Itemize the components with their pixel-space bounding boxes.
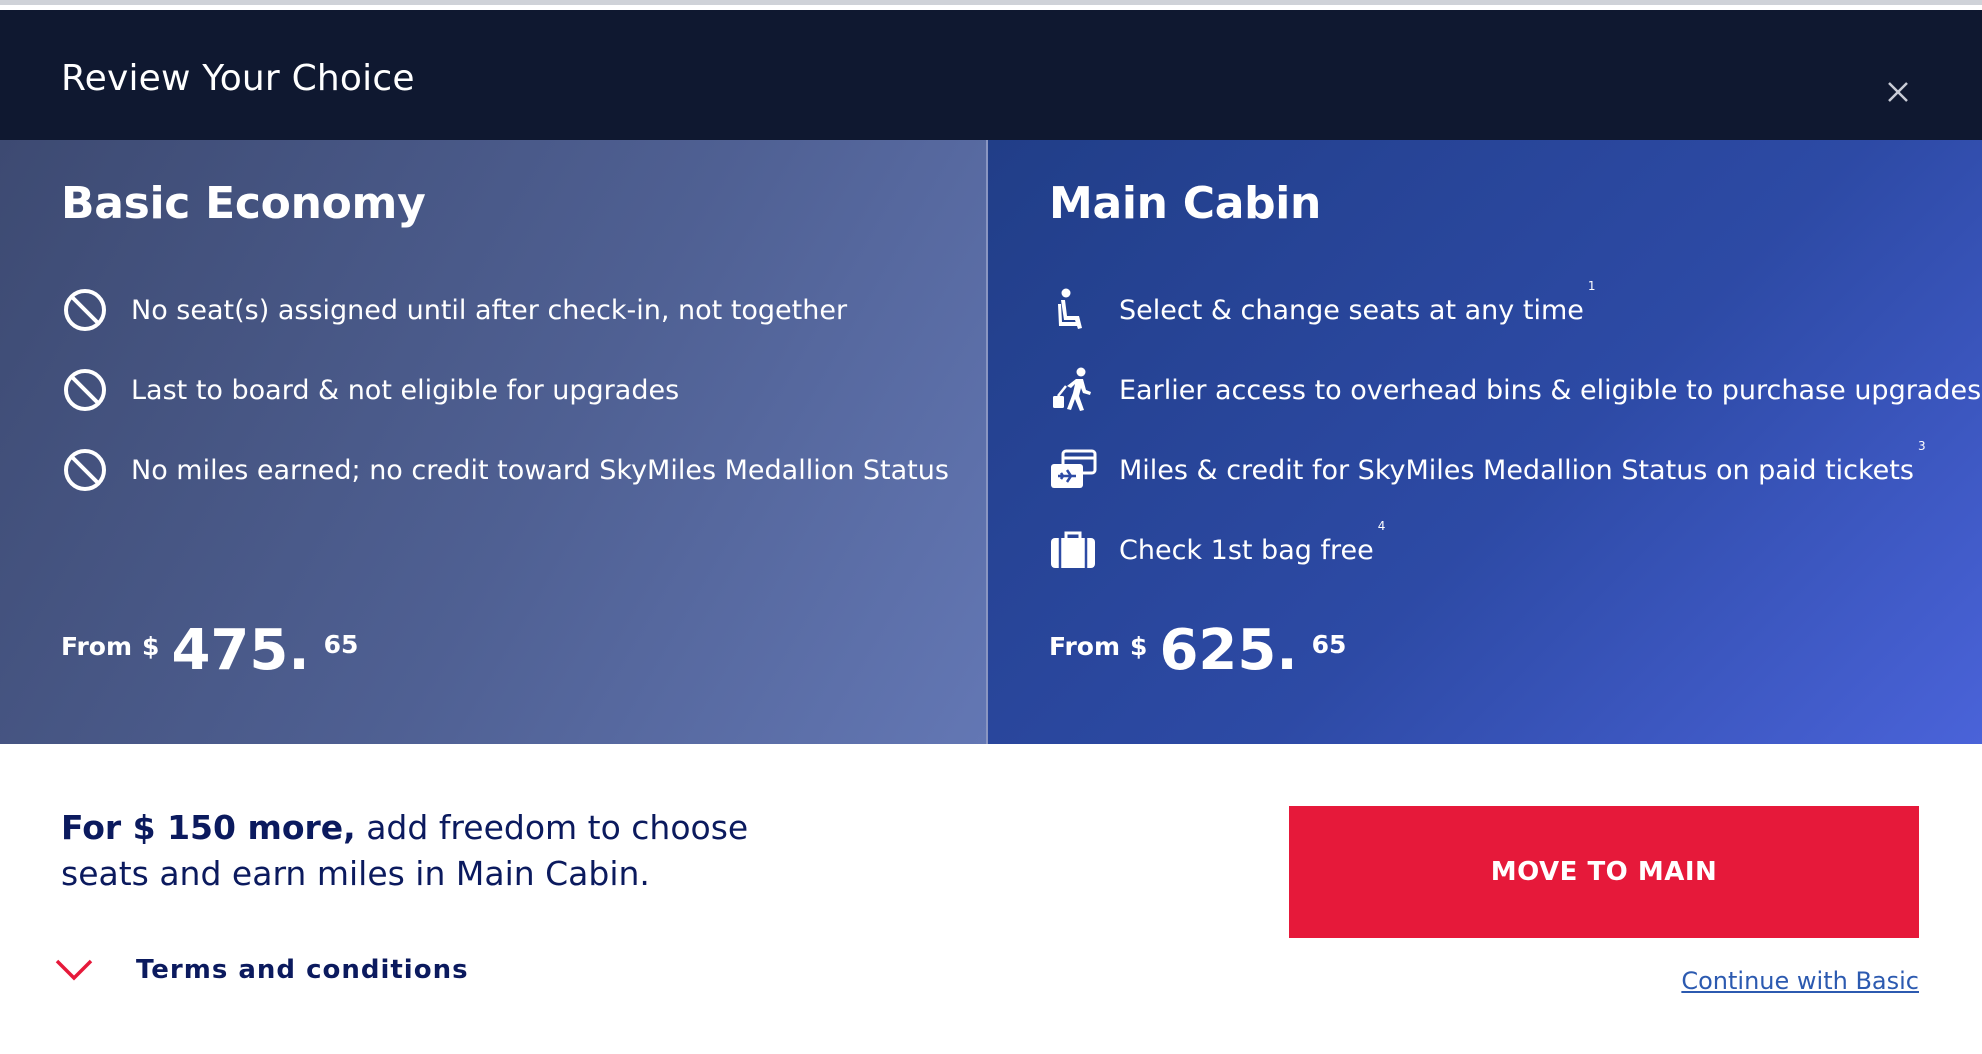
move-to-main-button[interactable]: MOVE TO MAIN [1289,806,1919,938]
basic-economy-panel: Basic Economy No seat(s) assigned until … [0,140,988,744]
continue-with-basic-link[interactable]: Continue with Basic [1681,967,1919,995]
modal-header: Review Your Choice [0,10,1982,140]
prohibited-icon [61,366,109,414]
basic-feature-text: Last to board & not eligible for upgrade… [131,374,680,406]
price-from-label: From [61,632,133,661]
review-choice-modal: Review Your Choice Basic Economy No seat… [0,0,1982,1054]
main-feature-seats: Select & change seats at any time1 [1049,278,1596,340]
terms-label: Terms and conditions [136,955,469,985]
price-whole: 475. [171,618,310,683]
basic-feature-miles: No miles earned; no credit toward SkyMil… [61,440,949,500]
main-price: From $ 625. 65 [1049,616,1346,686]
upgrade-price-difference: For $ 150 more, [61,808,356,847]
basic-price: From $ 475. 65 [61,616,358,686]
close-button[interactable] [1876,70,1920,114]
traveler-boarding-icon [1049,366,1097,414]
prohibited-icon [61,286,109,334]
main-feature-boarding: Earlier access to overhead bins & eligib… [1049,360,1982,420]
miles-card-icon [1049,446,1097,494]
basic-feature-seat: No seat(s) assigned until after check-in… [61,280,847,340]
seat-icon [1049,286,1097,334]
price-cents: 65 [323,630,359,659]
main-feature-bag: Check 1st bag free4 [1049,518,1386,580]
close-icon [1888,82,1908,102]
main-feature-text: Check 1st bag free4 [1119,518,1386,566]
modal-title: Review Your Choice [61,58,415,99]
main-feature-text: Miles & credit for SkyMiles Medallion St… [1119,438,1926,486]
terms-toggle[interactable]: Terms and conditions [54,955,469,985]
chevron-down-icon [55,959,93,981]
main-cabin-panel: Main Cabin Select & change seats at any … [988,140,1982,744]
basic-feature-board: Last to board & not eligible for upgrade… [61,360,679,420]
basic-economy-title: Basic Economy [61,178,426,229]
fare-comparison: Basic Economy No seat(s) assigned until … [0,140,1982,744]
price-currency: $ [1130,632,1148,661]
main-cabin-title: Main Cabin [1049,178,1322,229]
footnote-marker: 4 [1377,518,1386,533]
main-feature-text: Earlier access to overhead bins & eligib… [1119,374,1982,406]
main-feature-miles: Miles & credit for SkyMiles Medallion St… [1049,438,1926,500]
suitcase-icon [1049,526,1097,574]
price-currency: $ [142,632,160,661]
main-feature-text: Select & change seats at any time1 [1119,278,1596,326]
footnote-marker: 3 [1917,438,1926,453]
basic-feature-text: No seat(s) assigned until after check-in… [131,294,848,326]
price-cents: 65 [1311,630,1347,659]
price-from-label: From [1049,632,1121,661]
basic-feature-text: No miles earned; no credit toward SkyMil… [131,454,949,486]
footnote-marker: 1 [1587,278,1596,293]
upgrade-message: For $ 150 more, add freedom to choose se… [61,805,841,897]
prohibited-icon [61,446,109,494]
price-whole: 625. [1159,618,1298,683]
